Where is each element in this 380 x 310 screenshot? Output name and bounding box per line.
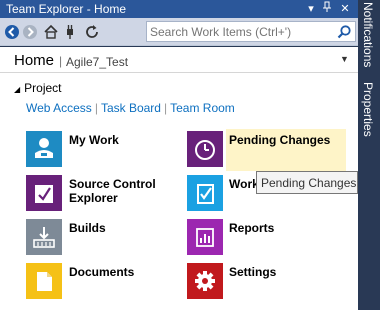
search-icon[interactable] (336, 24, 352, 40)
page-title: Home (14, 52, 55, 69)
documents-label[interactable]: Documents (69, 265, 134, 279)
my-work-label[interactable]: My Work (69, 133, 119, 147)
tooltip: Pending Changes (256, 171, 358, 194)
clock-icon (195, 140, 215, 160)
pending-changes-tile[interactable] (187, 131, 223, 167)
reports-icon (196, 228, 214, 247)
search-input[interactable] (150, 23, 332, 40)
connect-icon[interactable] (62, 24, 78, 40)
source-control-explorer-label[interactable]: Source Control Explorer (69, 177, 169, 205)
my-work-tile[interactable] (26, 131, 62, 167)
source-control-icon (35, 185, 53, 203)
web-access-link[interactable]: Web Access (26, 101, 92, 115)
side-tab-strip: Notifications Properties (358, 0, 380, 310)
back-icon[interactable] (4, 24, 20, 40)
source-control-explorer-tile[interactable] (26, 175, 62, 211)
header-separator: | (59, 54, 63, 68)
team-room-link[interactable]: Team Room (170, 101, 235, 115)
reports-label[interactable]: Reports (229, 221, 274, 235)
link-separator: | (94, 101, 98, 115)
forward-icon[interactable] (22, 24, 38, 40)
work-items-icon (197, 184, 214, 204)
settings-label[interactable]: Settings (229, 265, 276, 279)
project-section-label: Project (24, 81, 62, 95)
work-items-tile[interactable] (187, 175, 223, 211)
pin-button[interactable] (320, 1, 334, 17)
builds-tile[interactable] (26, 219, 62, 255)
chevron-down-icon[interactable]: ▼ (340, 54, 349, 64)
documents-tile[interactable] (26, 263, 62, 299)
pin-icon (323, 1, 331, 12)
home-icon[interactable] (43, 24, 59, 40)
refresh-icon[interactable] (84, 24, 100, 40)
settings-tile[interactable] (187, 263, 223, 299)
toolbar (0, 18, 358, 46)
page-header[interactable]: Home | Agile7_Test ▼ (0, 47, 358, 73)
builds-label[interactable]: Builds (69, 221, 106, 235)
work-items-label[interactable]: Work Items (229, 177, 257, 191)
search-box[interactable] (146, 21, 356, 42)
document-icon (37, 272, 52, 291)
notifications-tab[interactable]: Notifications (361, 2, 375, 67)
pending-changes-label[interactable]: Pending Changes (229, 133, 330, 147)
my-work-icon (35, 138, 53, 158)
dropdown-button[interactable]: ▾ (304, 1, 318, 17)
title-bar: Team Explorer - Home ▾ ✕ (0, 0, 358, 18)
task-board-link[interactable]: Task Board (101, 101, 161, 115)
collapse-triangle-icon[interactable]: ◢ (14, 85, 20, 94)
reports-tile[interactable] (187, 219, 223, 255)
properties-tab[interactable]: Properties (361, 82, 375, 137)
project-links: Web Access | Task Board | Team Room (26, 101, 235, 115)
close-button[interactable]: ✕ (338, 1, 352, 17)
builds-icon (33, 227, 55, 248)
content-pane: Home | Agile7_Test ▼ ◢ Project Web Access… (0, 47, 358, 310)
gear-icon (195, 271, 215, 291)
project-section-header[interactable]: ◢ Project (14, 81, 62, 95)
project-name: Agile7_Test (66, 55, 129, 69)
window-title: Team Explorer - Home (6, 2, 127, 16)
link-separator: | (163, 101, 168, 115)
